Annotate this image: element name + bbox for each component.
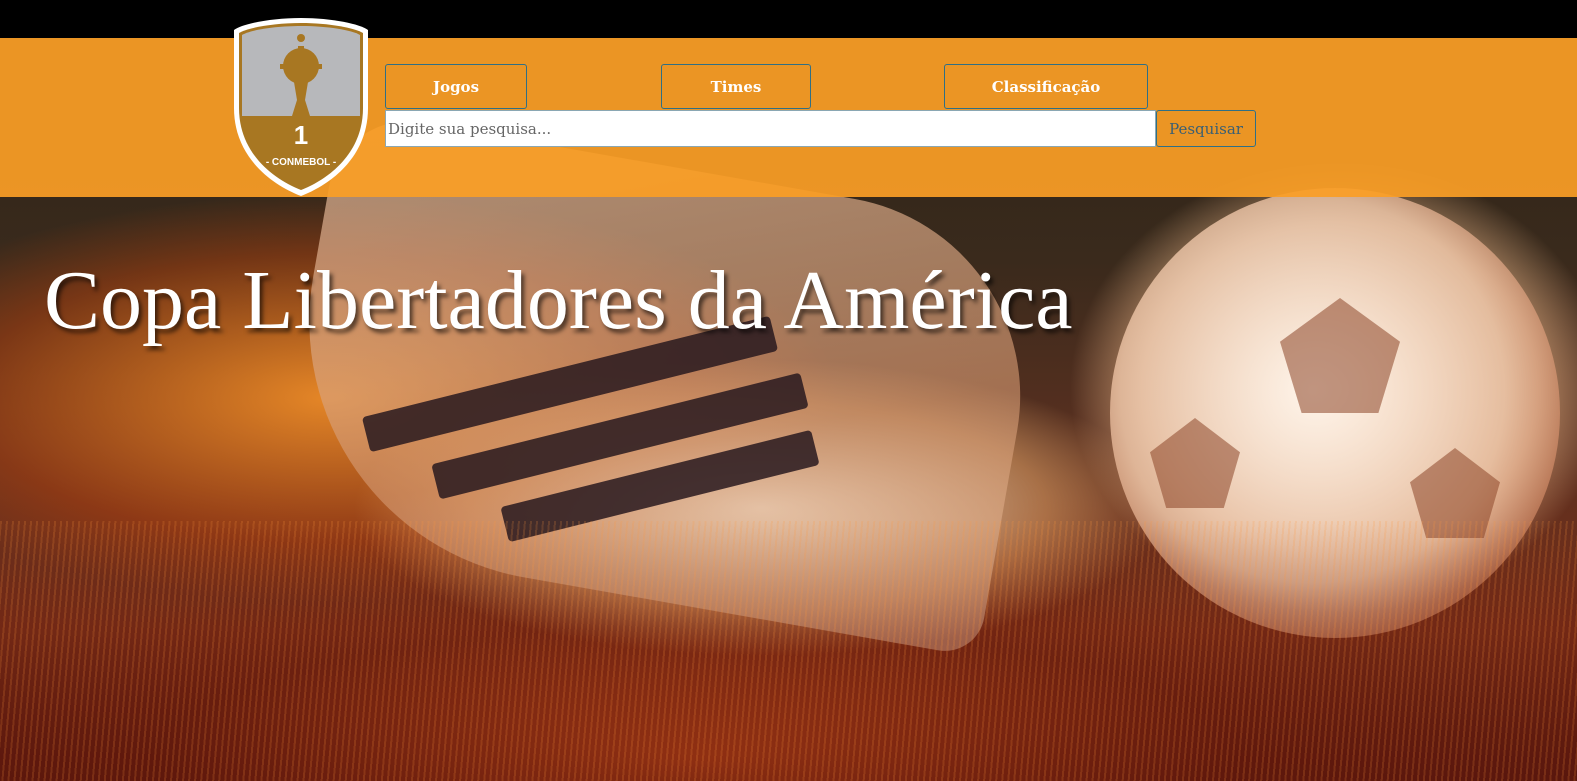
logo-label: - CONMEBOL - — [266, 157, 336, 168]
ball-patch — [1280, 298, 1400, 413]
nav-button-jogos[interactable]: Jogos — [385, 64, 527, 109]
search-button[interactable]: Pesquisar — [1156, 110, 1256, 147]
ball-patch — [1150, 418, 1240, 508]
grass-field — [0, 521, 1577, 781]
logo-number: 1 — [294, 120, 308, 150]
nav-button-classificacao[interactable]: Classificação — [944, 64, 1148, 109]
nav-button-times[interactable]: Times — [661, 64, 811, 109]
hero-title: Copa Libertadores da América — [44, 254, 1073, 347]
conmebol-logo[interactable]: 1 - CONMEBOL - — [230, 16, 372, 198]
search-input[interactable] — [385, 110, 1156, 147]
shield-icon: 1 - CONMEBOL - — [234, 18, 368, 196]
